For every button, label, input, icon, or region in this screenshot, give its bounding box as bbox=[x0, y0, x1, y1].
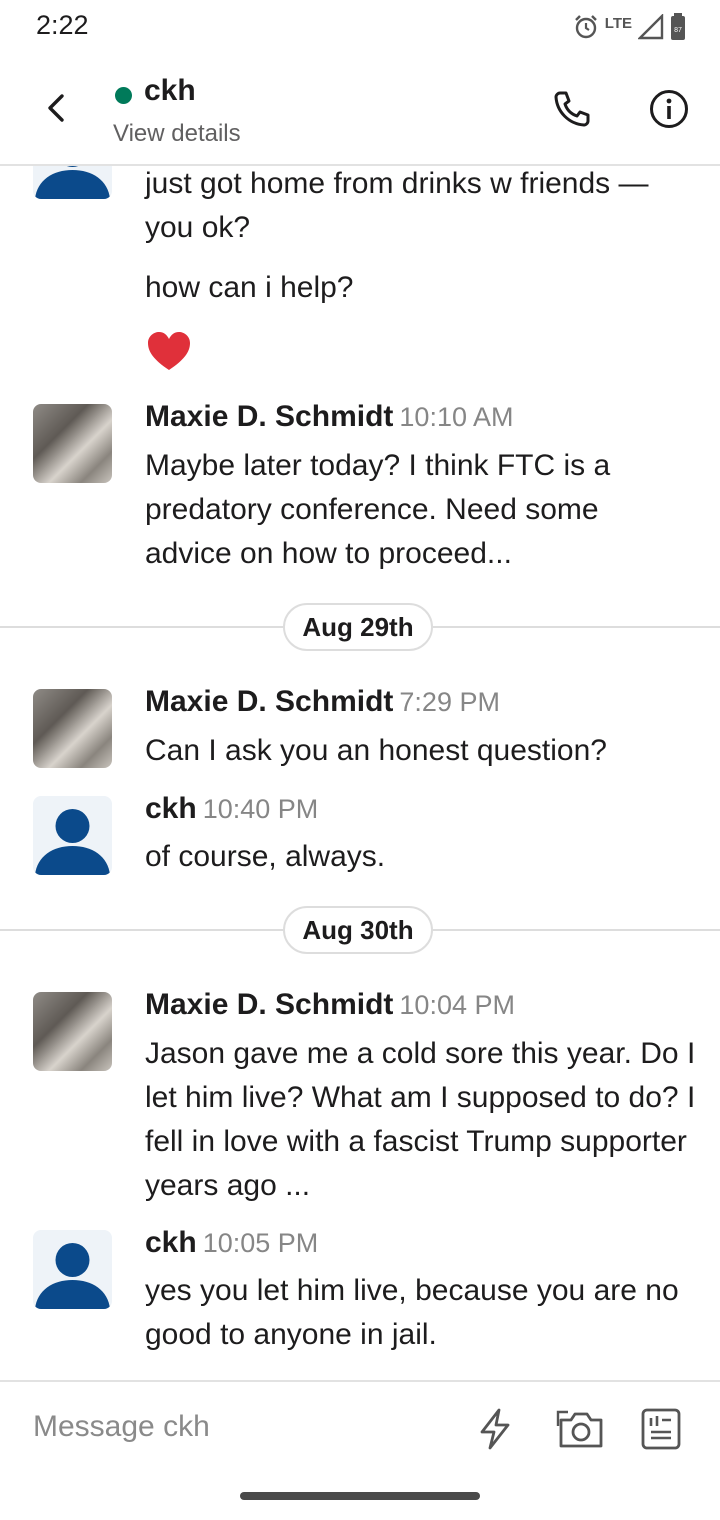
avatar-ckh[interactable] bbox=[33, 796, 112, 875]
message-composer: Message ckh bbox=[0, 1380, 720, 1478]
avatar-maxie[interactable] bbox=[33, 992, 112, 1071]
phone-icon bbox=[554, 91, 590, 127]
lightning-bolt-icon bbox=[480, 1408, 510, 1450]
message-text: Can I ask you an honest question? bbox=[145, 734, 607, 767]
date-divider[interactable]: Aug 29th bbox=[283, 603, 433, 651]
message-header: Maxie D. Schmidt 10:10 AM bbox=[145, 400, 513, 434]
message-input[interactable]: Message ckh bbox=[33, 1410, 210, 1444]
battery-level: 87 bbox=[674, 27, 682, 34]
channel-title[interactable]: ckh bbox=[144, 74, 196, 108]
message-header: ckh 10:40 PM bbox=[145, 792, 318, 826]
signal-icon bbox=[638, 14, 664, 40]
message-text: just got home from drinks w friends — yo… bbox=[145, 167, 649, 244]
message-timestamp: 7:29 PM bbox=[399, 687, 500, 717]
document-icon bbox=[641, 1408, 681, 1450]
message-timestamp: 10:04 PM bbox=[399, 990, 515, 1020]
message-header: ckh 10:05 PM bbox=[145, 1226, 318, 1260]
user-icon bbox=[35, 809, 110, 875]
user-icon bbox=[35, 1243, 110, 1309]
attachments-button[interactable] bbox=[638, 1406, 684, 1452]
message-header: Maxie D. Schmidt 10:04 PM bbox=[145, 988, 515, 1022]
author-name[interactable]: Maxie D. Schmidt bbox=[145, 400, 393, 433]
status-bar: 2:22 LTE 87 bbox=[0, 0, 720, 52]
avatar-maxie[interactable] bbox=[33, 689, 112, 768]
message-text: Maybe later today? I think FTC is a pred… bbox=[145, 449, 611, 570]
message-list[interactable]: just got home from drinks w friends — yo… bbox=[0, 166, 720, 1380]
call-button[interactable] bbox=[551, 88, 593, 130]
conversation-header: ckh View details bbox=[0, 60, 720, 166]
shortcuts-button[interactable] bbox=[475, 1407, 515, 1451]
back-button[interactable] bbox=[38, 88, 78, 128]
message-timestamp: 10:05 PM bbox=[202, 1228, 319, 1258]
user-icon bbox=[35, 166, 110, 199]
author-name[interactable]: Maxie D. Schmidt bbox=[145, 988, 393, 1021]
status-icons: LTE 87 bbox=[573, 12, 686, 42]
avatar-ckh[interactable] bbox=[33, 166, 112, 199]
message-text: yes you let him live, because you are no… bbox=[145, 1274, 679, 1351]
message-header: Maxie D. Schmidt 7:29 PM bbox=[145, 685, 500, 719]
avatar-maxie[interactable] bbox=[33, 404, 112, 483]
date-divider[interactable]: Aug 30th bbox=[283, 906, 433, 954]
author-name[interactable]: Maxie D. Schmidt bbox=[145, 685, 393, 718]
message-timestamp: 10:40 PM bbox=[202, 794, 319, 824]
message-text: how can i help? bbox=[145, 271, 354, 304]
back-arrow-icon bbox=[48, 94, 64, 122]
heart-emoji-icon bbox=[148, 332, 190, 370]
presence-indicator bbox=[115, 87, 132, 104]
author-name[interactable]: ckh bbox=[145, 1226, 197, 1259]
status-time: 2:22 bbox=[36, 10, 89, 40]
camera-button[interactable] bbox=[556, 1406, 606, 1452]
info-button[interactable] bbox=[648, 88, 690, 130]
view-details-link[interactable]: View details bbox=[113, 120, 241, 148]
message-timestamp: 10:10 AM bbox=[399, 402, 514, 432]
avatar-ckh[interactable] bbox=[33, 1230, 112, 1309]
alarm-icon bbox=[574, 15, 597, 39]
home-indicator[interactable] bbox=[240, 1492, 480, 1500]
battery-icon: 87 bbox=[671, 13, 685, 40]
message-text: of course, always. bbox=[145, 840, 386, 873]
message-text: Jason gave me a cold sore this year. Do … bbox=[145, 1037, 696, 1202]
network-type: LTE bbox=[604, 14, 632, 32]
author-name[interactable]: ckh bbox=[145, 792, 197, 825]
